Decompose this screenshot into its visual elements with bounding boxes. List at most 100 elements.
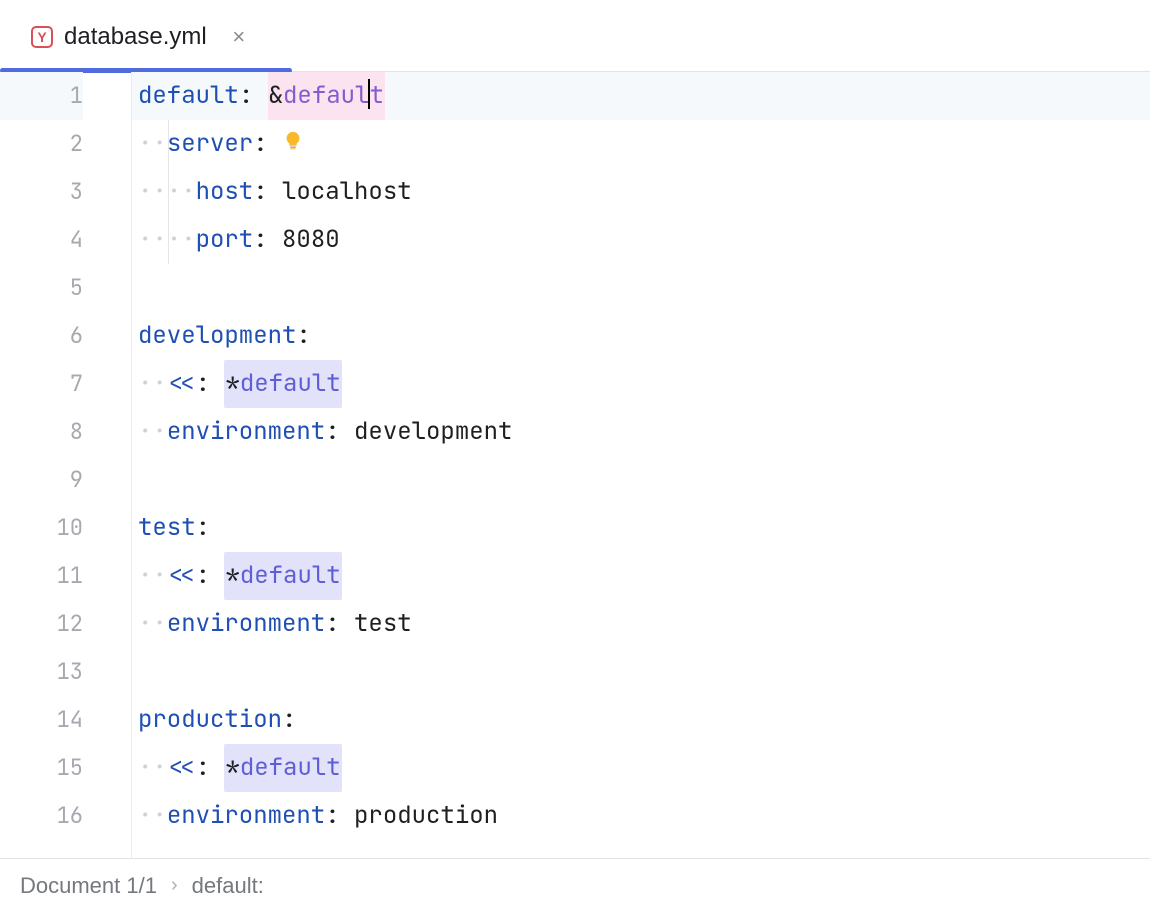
space (340, 600, 354, 648)
whitespace: ·· (138, 120, 167, 168)
colon: : (239, 72, 253, 120)
colon: : (253, 168, 267, 216)
space (340, 408, 354, 456)
breadcrumb-part[interactable]: default: (192, 873, 264, 899)
space (253, 72, 267, 120)
star: * (225, 368, 239, 399)
yaml-key: production (138, 696, 282, 744)
line-number: 11 (0, 552, 83, 600)
tab-bar: Y database.yml × (0, 0, 1150, 72)
colon: : (296, 312, 310, 360)
yaml-value: production (354, 792, 498, 840)
close-icon[interactable]: × (227, 25, 251, 49)
editor-tab[interactable]: Y database.yml × (22, 14, 265, 60)
colon: : (282, 696, 296, 744)
star: * (225, 752, 239, 783)
space (210, 552, 224, 600)
whitespace: ···· (138, 216, 196, 264)
colon: : (196, 504, 210, 552)
colon: : (325, 408, 339, 456)
line-number: 16 (0, 792, 83, 840)
line-number: 6 (0, 312, 83, 360)
line-number: 1 (0, 72, 83, 120)
whitespace: ·· (138, 408, 167, 456)
code-line[interactable]: ··server: (132, 120, 1150, 168)
code-line[interactable]: ··environment: test (132, 600, 1150, 648)
space (340, 792, 354, 840)
yaml-alias: default (240, 560, 341, 591)
line-number: 12 (0, 600, 83, 648)
code-line[interactable]: development: (132, 312, 1150, 360)
line-number: 4 (0, 216, 83, 264)
star: * (225, 560, 239, 591)
editor-content[interactable]: default: &default ··server: ····host: lo… (132, 72, 1150, 858)
merge-key: << (167, 360, 196, 408)
yaml-value: localhost (282, 168, 412, 216)
yaml-alias: default (240, 752, 341, 783)
code-editor[interactable]: 1 2 3 4 5 6 7 8 9 10 11 12 13 14 15 16 d… (0, 72, 1150, 858)
code-line[interactable]: ··environment: development (132, 408, 1150, 456)
amp: & (269, 80, 283, 111)
text-caret (368, 79, 370, 109)
yaml-value: development (354, 408, 512, 456)
line-number: 10 (0, 504, 83, 552)
yaml-key: server (167, 120, 253, 168)
yaml-key: host (196, 168, 254, 216)
yaml-file-icon-letter: Y (31, 26, 53, 48)
line-number: 3 (0, 168, 83, 216)
line-number: 2 (0, 120, 83, 168)
code-line[interactable]: production: (132, 696, 1150, 744)
space (210, 360, 224, 408)
colon: : (196, 744, 210, 792)
whitespace: ·· (138, 600, 167, 648)
colon: : (196, 552, 210, 600)
line-number: 14 (0, 696, 83, 744)
code-line[interactable]: ····port: 8080 (132, 216, 1150, 264)
code-line[interactable]: ····host: localhost (132, 168, 1150, 216)
line-number: 15 (0, 744, 83, 792)
code-line[interactable] (132, 264, 1150, 312)
yaml-key: test (138, 504, 196, 552)
line-number: 9 (0, 456, 83, 504)
whitespace: ·· (138, 744, 167, 792)
yaml-key: environment (167, 600, 325, 648)
code-line[interactable]: ··<<: *default (132, 744, 1150, 792)
yaml-value: test (354, 600, 412, 648)
yaml-key: environment (167, 792, 325, 840)
chevron-right-icon: › (171, 874, 178, 897)
yaml-anchor: t (369, 80, 383, 111)
line-number-gutter: 1 2 3 4 5 6 7 8 9 10 11 12 13 14 15 16 (0, 72, 132, 858)
code-line[interactable] (132, 648, 1150, 696)
yaml-file-icon: Y (30, 25, 54, 49)
code-line[interactable]: default: &default (132, 72, 1150, 120)
breadcrumb-part[interactable]: Document 1/1 (20, 873, 157, 899)
code-line[interactable]: ··<<: *default (132, 552, 1150, 600)
yaml-key: default (138, 72, 239, 120)
whitespace: ···· (138, 168, 196, 216)
yaml-key: environment (167, 408, 325, 456)
whitespace: ·· (138, 552, 167, 600)
code-line[interactable] (132, 456, 1150, 504)
code-line[interactable]: test: (132, 504, 1150, 552)
space (210, 744, 224, 792)
line-number: 8 (0, 408, 83, 456)
line-number: 7 (0, 360, 83, 408)
colon: : (196, 360, 210, 408)
whitespace: ·· (138, 360, 167, 408)
tab-file-name: database.yml (64, 23, 207, 51)
colon: : (253, 120, 267, 168)
yaml-key: port (196, 216, 254, 264)
code-line[interactable]: ··<<: *default (132, 360, 1150, 408)
space (268, 216, 282, 264)
merge-key: << (167, 552, 196, 600)
yaml-key: development (138, 312, 296, 360)
code-line[interactable]: ··environment: production (132, 792, 1150, 840)
merge-key: << (167, 744, 196, 792)
colon: : (325, 792, 339, 840)
breadcrumb: Document 1/1 › default: (0, 858, 1150, 912)
colon: : (325, 600, 339, 648)
whitespace: ·· (138, 792, 167, 840)
yaml-value: 8080 (282, 216, 340, 264)
space (268, 168, 282, 216)
line-number: 13 (0, 648, 83, 696)
